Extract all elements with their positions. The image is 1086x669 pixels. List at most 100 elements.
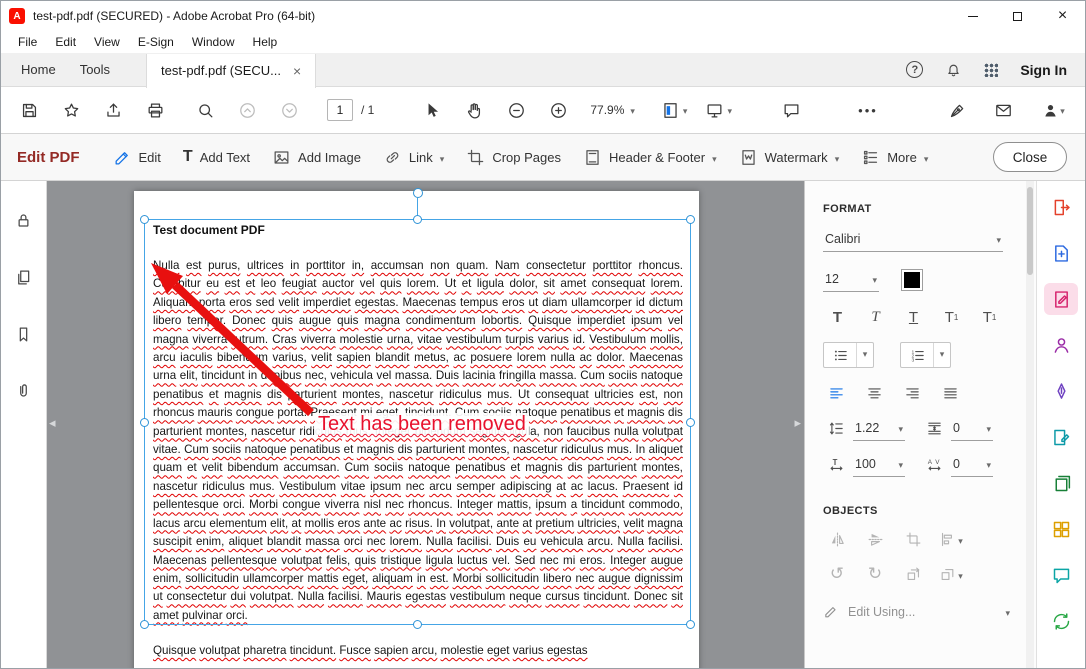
- chevron-down-icon: [1005, 605, 1010, 619]
- panel-scrollbar-thumb[interactable]: [1027, 187, 1033, 275]
- attachments-icon[interactable]: [9, 376, 39, 406]
- edit-pdf-icon[interactable]: [1044, 283, 1078, 315]
- tab-home[interactable]: Home: [9, 53, 68, 86]
- close-edit-button[interactable]: Close: [993, 142, 1067, 172]
- menu-view[interactable]: View: [85, 31, 129, 53]
- edit-tool-button[interactable]: Edit: [102, 141, 172, 173]
- notifications-bell-icon[interactable]: [945, 61, 962, 78]
- previous-page-icon[interactable]: [231, 94, 263, 126]
- align-left-icon[interactable]: [823, 381, 850, 405]
- search-icon[interactable]: [189, 94, 221, 126]
- add-image-button[interactable]: Add Image: [261, 141, 372, 173]
- crop-object-icon[interactable]: [899, 527, 927, 552]
- document-canvas[interactable]: Test document PDF Nulla est purus, ultri…: [47, 181, 804, 668]
- align-center-icon[interactable]: [861, 381, 888, 405]
- page-number-input[interactable]: [327, 99, 353, 121]
- crop-pages-button[interactable]: Crop Pages: [455, 141, 572, 173]
- organize-pages-icon[interactable]: [1044, 513, 1078, 545]
- acrobat-app-icon: A: [9, 8, 25, 24]
- italic-button[interactable]: [861, 305, 890, 330]
- character-spacing-select[interactable]: 0: [951, 452, 993, 477]
- menu-help[interactable]: Help: [244, 31, 287, 53]
- more-button[interactable]: More: [850, 141, 939, 173]
- bookmarks-icon[interactable]: [9, 319, 39, 349]
- edit-using-dropdown[interactable]: Edit Using...: [823, 603, 1010, 620]
- select-tool-icon[interactable]: [416, 94, 448, 126]
- comment-icon[interactable]: [776, 94, 808, 126]
- superscript-button[interactable]: [937, 305, 966, 330]
- line-spacing-select[interactable]: 1.22: [853, 416, 905, 441]
- chevron-down-icon: [440, 150, 445, 165]
- rotate-counterclockwise-icon[interactable]: [823, 562, 851, 587]
- tab-tools[interactable]: Tools: [68, 53, 122, 86]
- scan-and-ocr-icon[interactable]: [1044, 605, 1078, 637]
- bulleted-list-button[interactable]: [823, 342, 874, 368]
- header-footer-button[interactable]: Header & Footer: [572, 141, 728, 173]
- menu-esign[interactable]: E-Sign: [129, 31, 183, 53]
- edit-pdf-title: Edit PDF: [17, 149, 80, 166]
- link-button[interactable]: Link: [372, 141, 455, 173]
- numbered-list-button[interactable]: 123: [900, 342, 951, 368]
- next-page-icon[interactable]: [273, 94, 305, 126]
- panel-scrollbar[interactable]: [1026, 181, 1034, 668]
- align-right-icon[interactable]: [899, 381, 926, 405]
- free-rotate-icon[interactable]: [899, 562, 927, 587]
- flip-vertical-icon[interactable]: [861, 527, 889, 552]
- menu-edit[interactable]: Edit: [46, 31, 85, 53]
- hand-tool-icon[interactable]: [458, 94, 490, 126]
- align-justify-icon[interactable]: [937, 381, 964, 405]
- combine-files-icon[interactable]: [1044, 467, 1078, 499]
- add-text-button[interactable]: Add Text: [172, 141, 261, 173]
- apps-grid-icon[interactable]: [984, 63, 998, 77]
- share-icon[interactable]: [97, 94, 129, 126]
- collapse-right-panel-icon[interactable]: [794, 417, 801, 430]
- menu-file[interactable]: File: [9, 31, 46, 53]
- menu-window[interactable]: Window: [183, 31, 244, 53]
- sign-in-button[interactable]: Sign In: [1020, 62, 1067, 78]
- zoom-in-icon[interactable]: [542, 94, 574, 126]
- rotate-clockwise-icon[interactable]: [861, 562, 889, 587]
- account-icon[interactable]: [1033, 94, 1073, 126]
- create-pdf-icon[interactable]: [1044, 237, 1078, 269]
- security-lock-icon[interactable]: [9, 205, 39, 235]
- font-color-picker[interactable]: [901, 269, 923, 291]
- bold-button[interactable]: [823, 305, 852, 330]
- tab-document[interactable]: test-pdf.pdf (SECU... ×: [146, 54, 316, 88]
- tab-close-icon[interactable]: ×: [293, 64, 301, 78]
- subscript-button[interactable]: [975, 305, 1004, 330]
- collapse-left-panel-icon[interactable]: [49, 417, 56, 430]
- font-family-select[interactable]: Calibri: [823, 227, 1003, 252]
- watermark-button[interactable]: Watermark: [728, 141, 851, 173]
- help-icon[interactable]: ?: [906, 61, 923, 78]
- chevron-down-icon[interactable]: [856, 343, 873, 367]
- star-icon[interactable]: [55, 94, 87, 126]
- add-rich-media-icon[interactable]: [1044, 421, 1078, 453]
- page-view-dropdown[interactable]: [657, 98, 692, 123]
- paragraph-spacing-select[interactable]: 0: [951, 416, 993, 441]
- horizontal-scale-select[interactable]: 100: [853, 452, 905, 477]
- align-objects-dropdown[interactable]: [937, 527, 965, 552]
- print-icon[interactable]: [139, 94, 171, 126]
- display-settings-dropdown[interactable]: [701, 98, 736, 123]
- underline-button[interactable]: [899, 305, 928, 330]
- page-thumbnails-icon[interactable]: [9, 262, 39, 292]
- more-tools-icon[interactable]: •••: [852, 94, 884, 126]
- send-mail-icon[interactable]: [987, 94, 1019, 126]
- arrange-objects-dropdown[interactable]: [937, 562, 965, 587]
- watermark-label: Watermark: [765, 150, 828, 165]
- request-esignatures-icon[interactable]: [1044, 329, 1078, 361]
- export-pdf-icon[interactable]: [1044, 191, 1078, 223]
- font-size-select[interactable]: 12: [823, 267, 879, 292]
- zoom-out-icon[interactable]: [500, 94, 532, 126]
- chevron-down-icon: [958, 531, 963, 549]
- add-comments-icon[interactable]: [1044, 559, 1078, 591]
- fill-and-sign-icon[interactable]: [1044, 375, 1078, 407]
- fill-sign-pen-icon[interactable]: [941, 94, 973, 126]
- minimize-button[interactable]: [950, 1, 995, 31]
- zoom-level-dropdown[interactable]: 77.9%: [590, 103, 635, 117]
- close-window-button[interactable]: ×: [1040, 1, 1085, 31]
- flip-horizontal-icon[interactable]: [823, 527, 851, 552]
- maximize-button[interactable]: [995, 1, 1040, 31]
- chevron-down-icon[interactable]: [933, 343, 950, 367]
- save-icon[interactable]: [13, 94, 45, 126]
